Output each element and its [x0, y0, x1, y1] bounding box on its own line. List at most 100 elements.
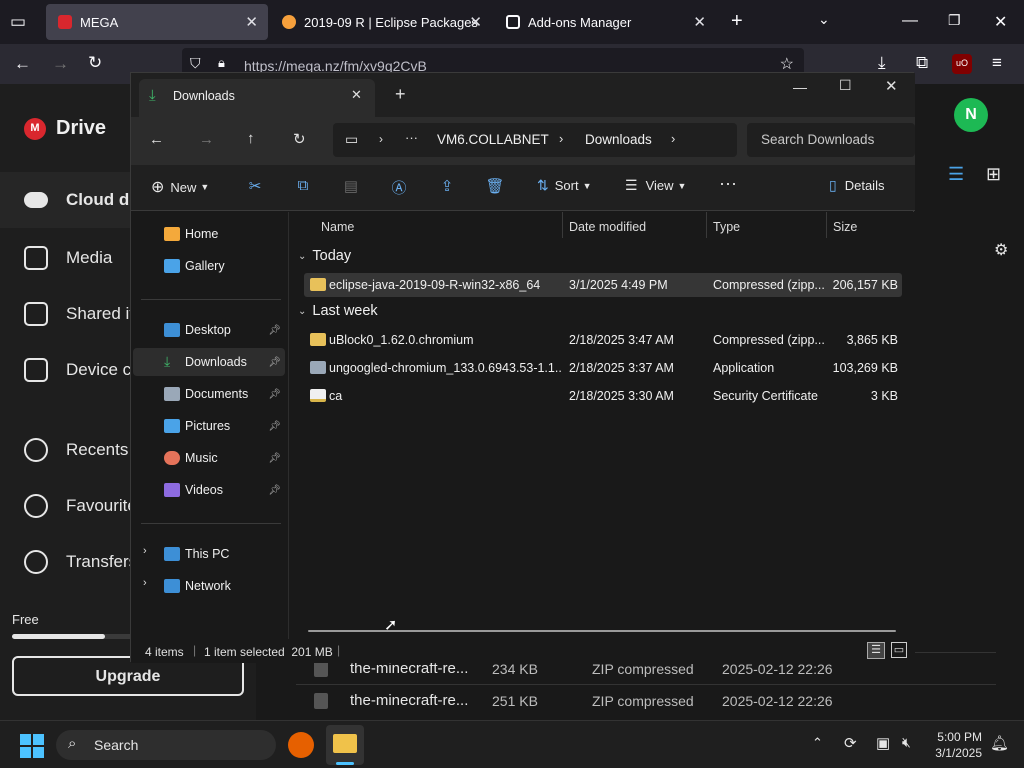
- chevron-up-icon[interactable]: ⌃: [812, 735, 823, 751]
- shield-icon[interactable]: ⛉: [190, 55, 201, 72]
- close-tab-icon[interactable]: ✕: [469, 13, 482, 31]
- explorer-tab-downloads[interactable]: ⤓ Downloads ✕: [139, 79, 375, 117]
- sort-button[interactable]: ⇅ Sort ▼: [537, 177, 592, 194]
- nav-item-gallery[interactable]: Gallery: [133, 252, 285, 280]
- details-button[interactable]: ▯ Details: [829, 177, 884, 194]
- column-separator[interactable]: [562, 212, 563, 238]
- sync-icon[interactable]: ⟳: [844, 734, 857, 752]
- address-bar[interactable]: ▭ › ··· VM6.COLLABNET › Downloads ›: [333, 123, 737, 157]
- group-header-today[interactable]: ⌄ Today: [298, 248, 351, 264]
- paste-icon[interactable]: ▤: [341, 177, 361, 197]
- tab-overview-icon[interactable]: ▭: [10, 12, 26, 32]
- pin-icon[interactable]: 📌︎: [268, 325, 281, 336]
- restore-icon[interactable]: ❐: [948, 12, 961, 29]
- tiles-view-icon[interactable]: ▭: [891, 642, 907, 658]
- new-tab-icon[interactable]: +: [731, 10, 743, 33]
- nav-item-downloads[interactable]: ⤓ Downloads 📌︎: [133, 348, 285, 376]
- breadcrumb-item[interactable]: Downloads: [585, 132, 652, 147]
- tab-eclipse[interactable]: 2019-09 R | Eclipse Packages ✕: [270, 4, 492, 40]
- cut-icon[interactable]: ✂: [245, 177, 265, 197]
- reload-icon[interactable]: ↻: [88, 53, 102, 73]
- taskbar-search[interactable]: ⌕ Search: [56, 730, 276, 760]
- forward-icon[interactable]: →: [52, 54, 69, 74]
- column-header-date[interactable]: Date modified: [569, 220, 646, 234]
- tab-mega[interactable]: MEGA ✕: [46, 4, 268, 40]
- nav-item-music[interactable]: Music 📌︎: [133, 444, 285, 472]
- nav-item-documents[interactable]: Documents 📌︎: [133, 380, 285, 408]
- close-window-icon[interactable]: ✕: [994, 12, 1007, 32]
- pin-icon[interactable]: 📌︎: [268, 421, 281, 432]
- downloads-icon[interactable]: ⤓: [878, 53, 886, 73]
- settings-gear-icon[interactable]: ⚙: [994, 240, 1008, 260]
- column-separator[interactable]: [706, 212, 707, 238]
- maximize-icon[interactable]: ☐: [839, 77, 852, 94]
- close-tab-icon[interactable]: ✕: [693, 13, 706, 31]
- mega-nav-media[interactable]: Media: [24, 246, 112, 270]
- more-options-icon[interactable]: ···: [719, 173, 737, 194]
- extensions-icon[interactable]: ⧉: [916, 53, 928, 73]
- minimize-icon[interactable]: —: [793, 79, 807, 95]
- column-header-size[interactable]: Size: [833, 220, 857, 234]
- minimize-icon[interactable]: —: [902, 12, 918, 30]
- column-header-type[interactable]: Type: [713, 220, 740, 234]
- bookmark-star-icon[interactable]: ☆: [780, 54, 794, 74]
- grid-view-icon[interactable]: ⊞: [986, 164, 1001, 185]
- chevron-right-icon[interactable]: ›: [143, 545, 147, 557]
- nav-item-desktop[interactable]: Desktop 📌︎: [133, 316, 285, 344]
- mega-nav-favourites[interactable]: Favourites: [24, 494, 145, 518]
- view-button[interactable]: ☰ View ▼: [625, 177, 686, 194]
- rename-icon[interactable]: Ⓐ: [389, 177, 409, 197]
- nav-item-this-pc[interactable]: › This PC: [133, 540, 285, 568]
- file-row[interactable]: ca 2/18/2025 3:30 AM Security Certificat…: [304, 384, 902, 408]
- group-header-last-week[interactable]: ⌄ Last week: [298, 303, 378, 319]
- file-explorer-taskbar-button[interactable]: [326, 725, 364, 765]
- file-row[interactable]: ungoogled-chromium_133.0.6943.53-1.1... …: [304, 356, 902, 380]
- close-tab-icon[interactable]: ✕: [245, 13, 258, 31]
- share-icon[interactable]: ⇪: [437, 177, 457, 197]
- ublock-icon[interactable]: uO: [952, 54, 972, 74]
- back-icon[interactable]: ←: [14, 54, 31, 74]
- clock[interactable]: 5:00 PM 3/1/2025: [930, 730, 982, 760]
- close-tab-icon[interactable]: ✕: [351, 87, 362, 103]
- network-status-icon[interactable]: ▣: [876, 734, 890, 752]
- pin-icon[interactable]: 📌︎: [268, 389, 281, 400]
- new-button[interactable]: ⊕ New ▼: [151, 177, 209, 197]
- tab-addons[interactable]: Add-ons Manager ✕: [494, 4, 716, 40]
- copy-icon[interactable]: ⧉: [293, 177, 313, 197]
- nav-item-videos[interactable]: Videos 📌︎: [133, 476, 285, 504]
- mega-nav-recents[interactable]: Recents: [24, 438, 128, 462]
- start-windows-icon[interactable]: [20, 734, 44, 758]
- chevron-right-icon[interactable]: ›: [143, 577, 147, 589]
- menu-icon[interactable]: ≡: [992, 53, 1002, 73]
- details-view-icon[interactable]: ☰: [867, 642, 885, 659]
- forward-icon[interactable]: →: [199, 131, 214, 148]
- volume-muted-icon[interactable]: 🔇︎: [902, 734, 911, 751]
- up-icon[interactable]: ↑: [247, 130, 255, 147]
- more-locations-icon[interactable]: ···: [405, 130, 418, 145]
- nav-item-pictures[interactable]: Pictures 📌︎: [133, 412, 285, 440]
- column-header-name[interactable]: Name: [321, 220, 354, 234]
- back-icon[interactable]: ←: [149, 131, 164, 148]
- search-input[interactable]: Search Downloads: [747, 123, 915, 157]
- new-tab-icon[interactable]: +: [395, 84, 406, 105]
- list-view-icon[interactable]: ☰: [948, 164, 964, 185]
- refresh-icon[interactable]: ↻: [293, 130, 306, 148]
- delete-icon[interactable]: 🗑︎: [485, 177, 505, 197]
- pin-icon[interactable]: 📌︎: [268, 485, 281, 496]
- nav-item-network[interactable]: › Network: [133, 572, 285, 600]
- close-window-icon[interactable]: ✕: [885, 77, 898, 95]
- table-row[interactable]: the-minecraft-re... 251 KB ZIP compresse…: [296, 684, 996, 716]
- file-row[interactable]: uBlock0_1.62.0.chromium 2/18/2025 3:47 A…: [304, 328, 902, 352]
- nav-item-home[interactable]: Home: [133, 220, 285, 248]
- lock-icon[interactable]: 🔒︎: [218, 55, 225, 71]
- chevron-right-icon[interactable]: ›: [671, 131, 675, 146]
- list-tabs-icon[interactable]: ⌄: [818, 11, 830, 28]
- column-separator[interactable]: [826, 212, 827, 238]
- firefox-icon[interactable]: [288, 732, 314, 758]
- pin-icon[interactable]: 📌︎: [268, 357, 281, 368]
- avatar[interactable]: N: [954, 98, 988, 132]
- breadcrumb-item[interactable]: VM6.COLLABNET: [437, 132, 549, 147]
- notification-bell-icon[interactable]: 🔔︎: [990, 734, 1009, 752]
- pin-icon[interactable]: 📌︎: [268, 453, 281, 464]
- file-row[interactable]: eclipse-java-2019-09-R-win32-x86_64 3/1/…: [304, 273, 902, 297]
